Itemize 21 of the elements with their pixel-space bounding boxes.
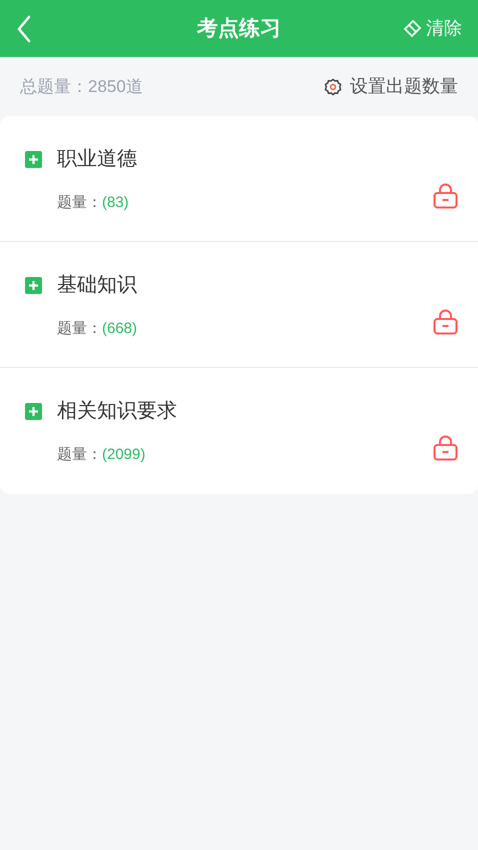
count-label: 题量： [57,193,102,213]
chapter-row[interactable]: 基础知识 题量：(668) [0,242,478,368]
eraser-icon [402,18,422,38]
question-count: (83) [102,193,129,213]
back-icon [16,14,32,42]
question-count: (668) [102,319,138,339]
expand-icon[interactable] [25,276,42,294]
total-count: 总题量：2850道 [20,76,143,98]
chapter-row[interactable]: 职业道德 题量：(83) [0,116,478,242]
question-count: (2099) [102,445,146,465]
chapter-title: 职业道德 [57,147,137,172]
count-label: 题量： [57,445,102,465]
chapter-title: 相关知识要求 [57,399,177,424]
settings-button[interactable]: 设置出题数量 [324,73,458,100]
settings-icon [324,78,342,96]
page-title: 考点练习 [197,16,281,42]
chapter-row[interactable]: 相关知识要求 题量：(2099) [0,368,478,494]
count-label: 题量： [57,319,102,339]
expand-icon[interactable] [25,402,42,420]
chapter-title: 基础知识 [57,273,137,298]
expand-icon[interactable] [25,150,42,168]
